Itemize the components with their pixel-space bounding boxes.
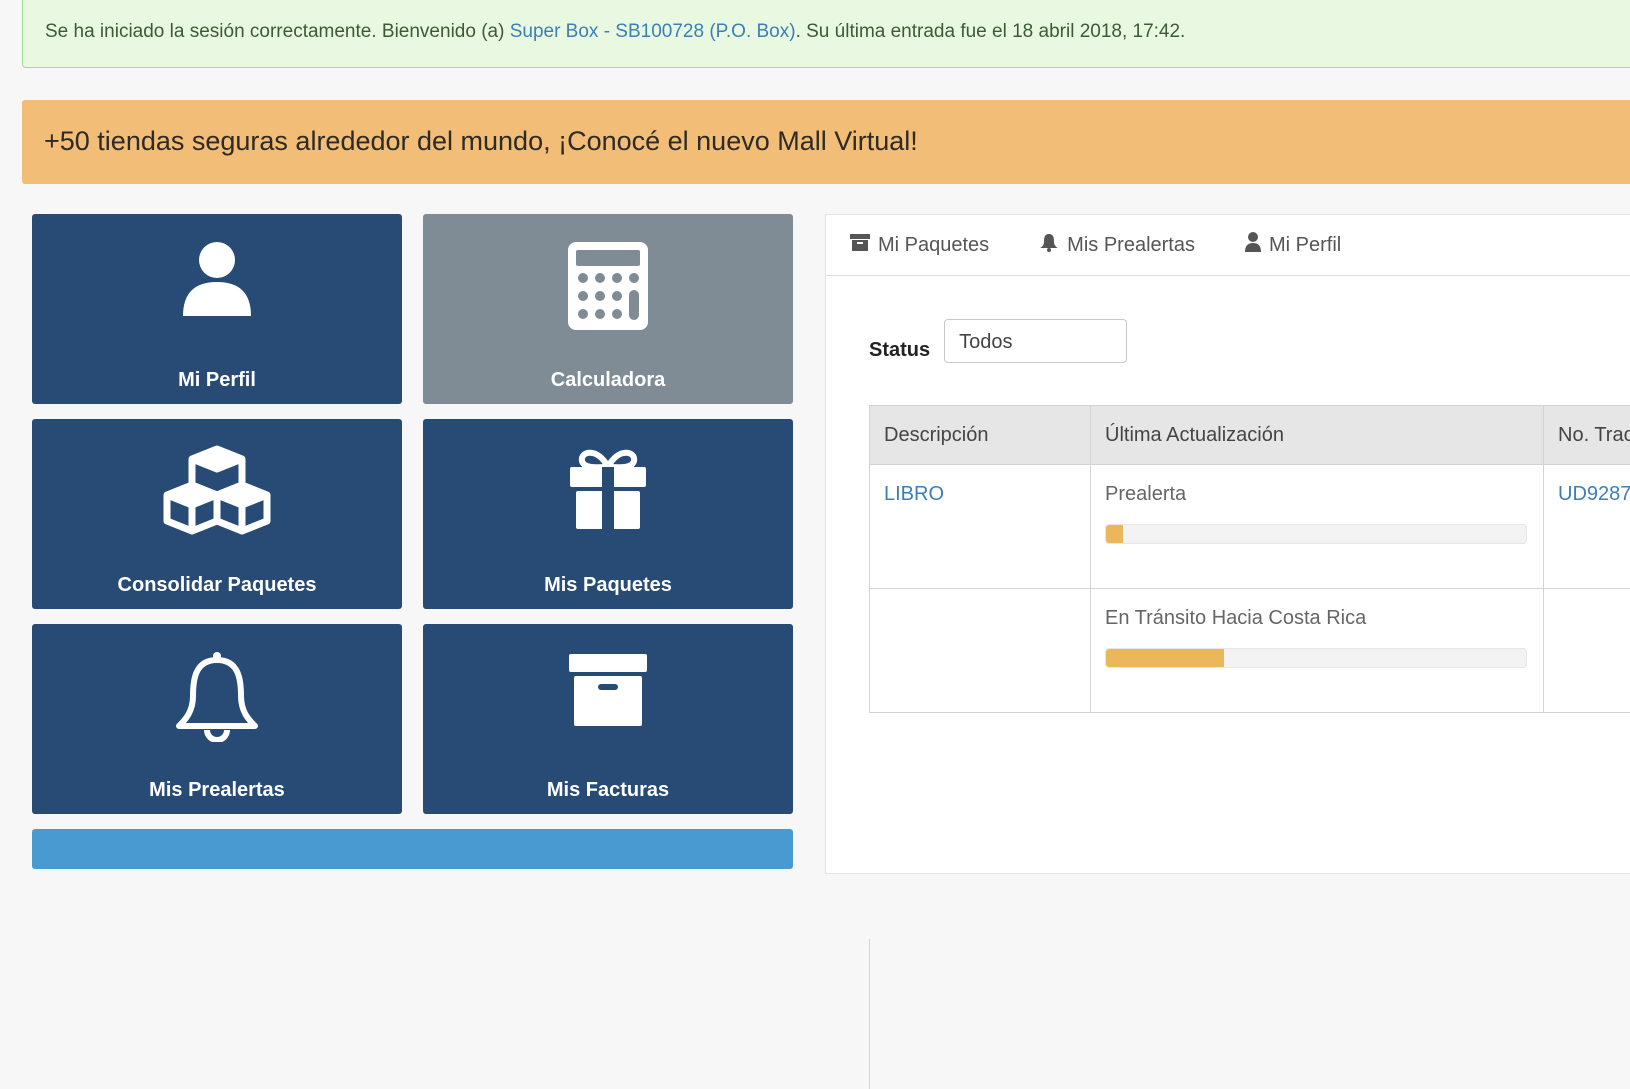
tile-label: Mis Prealertas xyxy=(32,779,402,802)
tile-calculadora[interactable]: Calculadora xyxy=(423,214,793,404)
tile-label: Mi Perfil xyxy=(32,369,402,392)
status-label: Status xyxy=(869,339,930,362)
tab-mi-perfil[interactable]: Mi Perfil xyxy=(1245,232,1341,258)
tile-label: Mis Paquetes xyxy=(423,574,793,597)
cubes-icon xyxy=(32,445,402,545)
bell-icon xyxy=(1039,232,1067,258)
alert-suffix: . Su última entrada fue el 18 abril 2018… xyxy=(796,21,1186,42)
status-filter: Status Todos xyxy=(869,319,1127,363)
tile-mis-prealertas[interactable]: Mis Prealertas xyxy=(32,624,402,814)
archive-icon xyxy=(850,233,878,257)
tab-mi-paquetes[interactable]: Mi Paquetes xyxy=(850,233,989,257)
mall-virtual-banner[interactable]: +50 tiendas seguras alrededor del mundo,… xyxy=(22,100,1630,184)
bell-icon xyxy=(32,650,402,750)
status-cell: Prealerta xyxy=(1091,465,1544,589)
progress-fill xyxy=(1106,525,1123,543)
user-icon xyxy=(1245,232,1269,258)
tile-partial-bottom[interactable] xyxy=(32,829,793,869)
tile-label: Mis Facturas xyxy=(423,779,793,802)
tile-label: Consolidar Paquetes xyxy=(32,574,402,597)
description-cell: LIBRO xyxy=(870,465,1091,589)
tab-label: Mi Paquetes xyxy=(878,234,989,257)
tab-label: Mis Prealertas xyxy=(1067,234,1195,257)
tile-label: Calculadora xyxy=(423,369,793,392)
panel-tabs: Mi Paquetes Mis Prealertas Mi Perfil xyxy=(826,215,1630,276)
tile-mis-facturas[interactable]: Mis Facturas xyxy=(423,624,793,814)
column-header[interactable]: No. Trac xyxy=(1544,406,1630,465)
column-header[interactable]: Última Actualización xyxy=(1091,406,1544,465)
packages-panel: Mi Paquetes Mis Prealertas Mi Perfil Sta… xyxy=(825,214,1630,874)
gift-icon xyxy=(423,445,793,545)
tile-consolidar-paquetes[interactable]: Consolidar Paquetes xyxy=(32,419,402,609)
table-header-row: Descripción Última Actualización No. Tra… xyxy=(870,406,1630,465)
user-icon xyxy=(32,240,402,340)
packages-table: Descripción Última Actualización No. Tra… xyxy=(869,405,1630,713)
column-header[interactable]: Descripción xyxy=(870,406,1091,465)
status-text: Prealerta xyxy=(1105,483,1529,506)
archive-icon xyxy=(423,650,793,750)
status-select[interactable]: Todos xyxy=(944,319,1127,363)
table-row: En Tránsito Hacia Costa Rica xyxy=(870,589,1630,713)
login-success-alert: Se ha iniciado la sesión correctamente. … xyxy=(22,0,1630,68)
description-link[interactable]: LIBRO xyxy=(884,483,944,505)
tracking-cell xyxy=(1544,589,1630,713)
tracking-link[interactable]: UD9287 xyxy=(1558,483,1630,505)
status-text: En Tránsito Hacia Costa Rica xyxy=(1105,607,1529,630)
account-link[interactable]: Super Box - SB100728 (P.O. Box) xyxy=(510,21,796,42)
tile-mi-perfil[interactable]: Mi Perfil xyxy=(32,214,402,404)
table-row: LIBRO Prealerta UD9287 xyxy=(870,465,1630,589)
promo-text: +50 tiendas seguras alrededor del mundo,… xyxy=(44,126,918,156)
tab-mis-prealertas[interactable]: Mis Prealertas xyxy=(1039,232,1195,258)
description-cell xyxy=(870,589,1091,713)
tracking-cell: UD9287 xyxy=(1544,465,1630,589)
tab-label: Mi Perfil xyxy=(1269,234,1341,257)
progress-bar xyxy=(1105,524,1527,544)
calculator-icon xyxy=(423,240,793,340)
table-empty-area xyxy=(869,939,1630,1089)
progress-bar xyxy=(1105,648,1527,668)
alert-prefix: Se ha iniciado la sesión correctamente. … xyxy=(45,21,510,42)
tile-mis-paquetes[interactable]: Mis Paquetes xyxy=(423,419,793,609)
status-cell: En Tránsito Hacia Costa Rica xyxy=(1091,589,1544,713)
progress-fill xyxy=(1106,649,1224,667)
